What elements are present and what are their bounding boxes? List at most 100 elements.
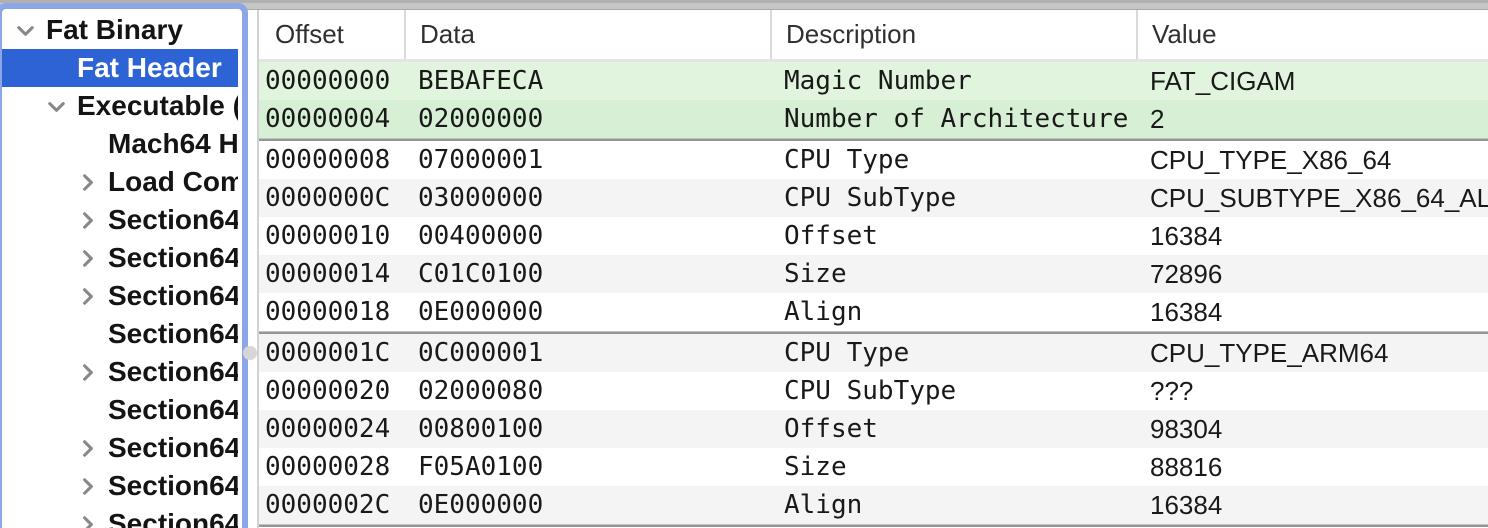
chevron-spacer	[43, 49, 77, 87]
cell-offset: 00000014	[259, 259, 404, 289]
sidebar-item-label: Section64	[108, 432, 238, 464]
sidebar-item-mach64-header[interactable]: Mach64 He	[2, 125, 238, 163]
cell-value: 98304	[1136, 414, 1488, 445]
sidebar-item-section64-7[interactable]: Section64	[2, 467, 238, 505]
sidebar-item-section64-8[interactable]: Section64	[2, 505, 238, 528]
cell-value: CPU_SUBTYPE_X86_64_ALL	[1136, 183, 1488, 214]
cell-offset: 00000020	[259, 376, 404, 406]
chevron-down-icon[interactable]	[43, 87, 77, 125]
cell-offset: 0000001C	[259, 338, 404, 368]
sidebar-item-section64-2[interactable]: Section64	[2, 277, 238, 315]
sidebar-item-label: Section64	[108, 394, 238, 426]
table-row[interactable]: 0000000807000001CPU TypeCPU_TYPE_X86_64	[259, 141, 1488, 179]
cell-offset: 00000024	[259, 414, 404, 444]
cell-value: 16384	[1136, 221, 1488, 252]
cell-offset: 00000004	[259, 104, 404, 134]
chevron-right-icon[interactable]	[74, 505, 108, 528]
table-row[interactable]: 00000028F05A0100Size88816	[259, 448, 1488, 486]
cell-data: 00400000	[404, 221, 770, 251]
sidebar-item-label: Section64	[108, 508, 238, 528]
table-row[interactable]: 0000000C03000000CPU SubTypeCPU_SUBTYPE_X…	[259, 179, 1488, 217]
sidebar-item-label: Section64	[108, 470, 238, 502]
chevron-spacer	[74, 315, 108, 353]
cell-offset: 00000018	[259, 297, 404, 327]
chevron-right-icon[interactable]	[74, 163, 108, 201]
column-header-value[interactable]: Value	[1136, 10, 1488, 59]
sidebar-item-label: Mach64 He	[108, 128, 238, 160]
table-row[interactable]: 0000002002000080CPU SubType???	[259, 372, 1488, 410]
cell-description: Number of Architecture	[770, 104, 1136, 134]
cell-description: Offset	[770, 221, 1136, 251]
table-row[interactable]: 0000001000400000Offset16384	[259, 217, 1488, 255]
cell-data: F05A0100	[404, 452, 770, 482]
cell-description: Size	[770, 259, 1136, 289]
table-body: 00000000BEBAFECAMagic NumberFAT_CIGAM000…	[259, 62, 1488, 527]
column-header-offset[interactable]: Offset	[259, 10, 404, 59]
table-row[interactable]: 0000000402000000Number of Architecture2	[259, 100, 1488, 138]
sidebar-item-label: Section64	[108, 242, 238, 274]
cell-data: BEBAFECA	[404, 66, 770, 96]
cell-offset: 00000000	[259, 66, 404, 96]
chevron-right-icon[interactable]	[74, 467, 108, 505]
chevron-right-icon[interactable]	[74, 239, 108, 277]
sidebar: Fat BinaryFat HeaderExecutable (XMach64 …	[0, 3, 248, 528]
sidebar-item-load-commands[interactable]: Load Comm	[2, 163, 238, 201]
table-row[interactable]: 000000180E000000Align16384	[259, 293, 1488, 331]
chevron-right-icon[interactable]	[74, 277, 108, 315]
cell-offset: 00000028	[259, 452, 404, 482]
sidebar-item-section64-3[interactable]: Section64	[2, 315, 238, 353]
cell-value: FAT_CIGAM	[1136, 66, 1488, 97]
chevron-right-icon[interactable]	[74, 353, 108, 391]
cell-offset: 0000000C	[259, 183, 404, 213]
sidebar-item-executable[interactable]: Executable (X	[2, 87, 238, 125]
splitter-handle[interactable]	[243, 346, 257, 360]
chevron-spacer	[74, 125, 108, 163]
cell-value: 2	[1136, 104, 1488, 135]
cell-value: 16384	[1136, 490, 1488, 521]
cell-data: 03000000	[404, 183, 770, 213]
sidebar-item-section64-1[interactable]: Section64	[2, 239, 238, 277]
sidebar-item-section64-6[interactable]: Section64	[2, 429, 238, 467]
cell-description: CPU Type	[770, 338, 1136, 368]
column-header-description[interactable]: Description	[770, 10, 1136, 59]
sidebar-item-label: Section64	[108, 204, 238, 236]
group-separator	[259, 524, 1488, 527]
sidebar-item-section64-0[interactable]: Section64	[2, 201, 238, 239]
cell-description: CPU SubType	[770, 183, 1136, 213]
sidebar-item-label: Section64	[108, 318, 238, 350]
cell-offset: 0000002C	[259, 490, 404, 520]
table-row[interactable]: 0000002C0E000000Align16384	[259, 486, 1488, 524]
sidebar-item-section64-5[interactable]: Section64	[2, 391, 238, 429]
sidebar-item-label: Load Comm	[108, 166, 238, 198]
sidebar-item-section64-4[interactable]: Section64	[2, 353, 238, 391]
chevron-right-icon[interactable]	[74, 429, 108, 467]
cell-data: 0C000001	[404, 338, 770, 368]
cell-description: CPU Type	[770, 145, 1136, 175]
cell-value: ???	[1136, 376, 1488, 407]
table-header-row: Offset Data Description Value	[259, 10, 1488, 62]
cell-data: 0E000000	[404, 297, 770, 327]
cell-description: Align	[770, 297, 1136, 327]
cell-value: 16384	[1136, 297, 1488, 328]
cell-value: 72896	[1136, 259, 1488, 290]
sidebar-item-fat-binary[interactable]: Fat Binary	[2, 11, 238, 49]
table-row[interactable]: 0000002400800100Offset98304	[259, 410, 1488, 448]
fields-table: Offset Data Description Value 00000000BE…	[257, 10, 1488, 528]
sidebar-item-label: Fat Binary	[46, 14, 183, 46]
chevron-spacer	[74, 391, 108, 429]
column-header-data[interactable]: Data	[404, 10, 770, 59]
cell-description: Size	[770, 452, 1136, 482]
cell-value: CPU_TYPE_ARM64	[1136, 338, 1488, 369]
chevron-right-icon[interactable]	[74, 201, 108, 239]
cell-description: Align	[770, 490, 1136, 520]
table-row[interactable]: 00000000BEBAFECAMagic NumberFAT_CIGAM	[259, 62, 1488, 100]
cell-data: 00800100	[404, 414, 770, 444]
cell-data: 0E000000	[404, 490, 770, 520]
table-row[interactable]: 0000001C0C000001CPU TypeCPU_TYPE_ARM64	[259, 334, 1488, 372]
chevron-down-icon[interactable]	[12, 11, 46, 49]
cell-description: Offset	[770, 414, 1136, 444]
cell-value: 88816	[1136, 452, 1488, 483]
table-row[interactable]: 00000014C01C0100Size72896	[259, 255, 1488, 293]
cell-data: 02000080	[404, 376, 770, 406]
sidebar-item-fat-header[interactable]: Fat Header	[2, 49, 238, 87]
